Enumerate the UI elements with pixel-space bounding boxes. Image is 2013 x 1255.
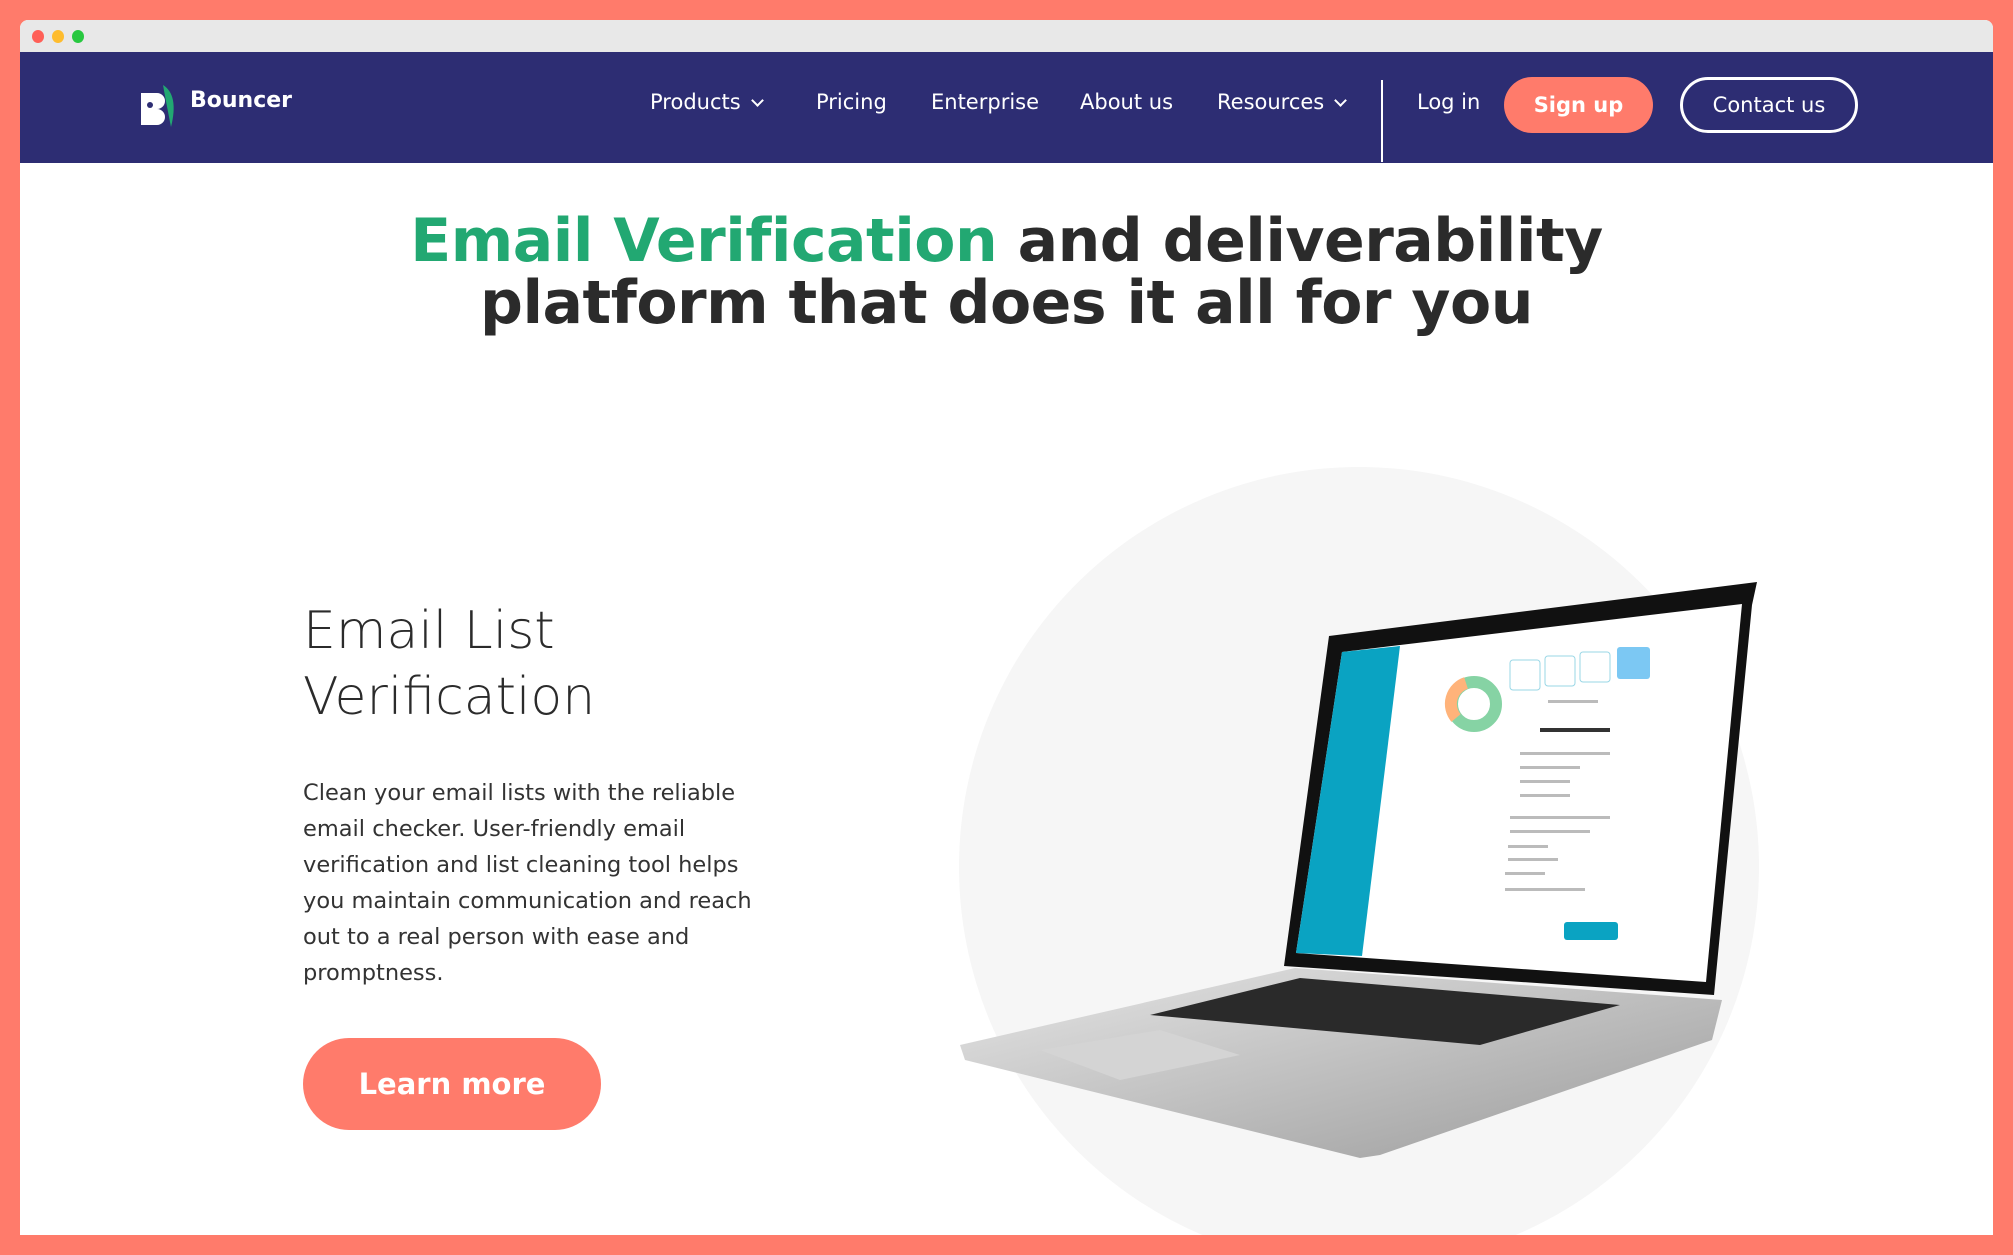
app-download-button bbox=[1564, 922, 1618, 940]
laptop-illustration bbox=[960, 582, 1757, 1158]
filter-card bbox=[1544, 655, 1576, 687]
filter-card bbox=[1579, 651, 1611, 683]
filter-card bbox=[1509, 659, 1541, 691]
filter-card-selected bbox=[1617, 647, 1650, 679]
browser-window: Bouncer Products Pricing Enterprise Abou… bbox=[20, 20, 1993, 1235]
